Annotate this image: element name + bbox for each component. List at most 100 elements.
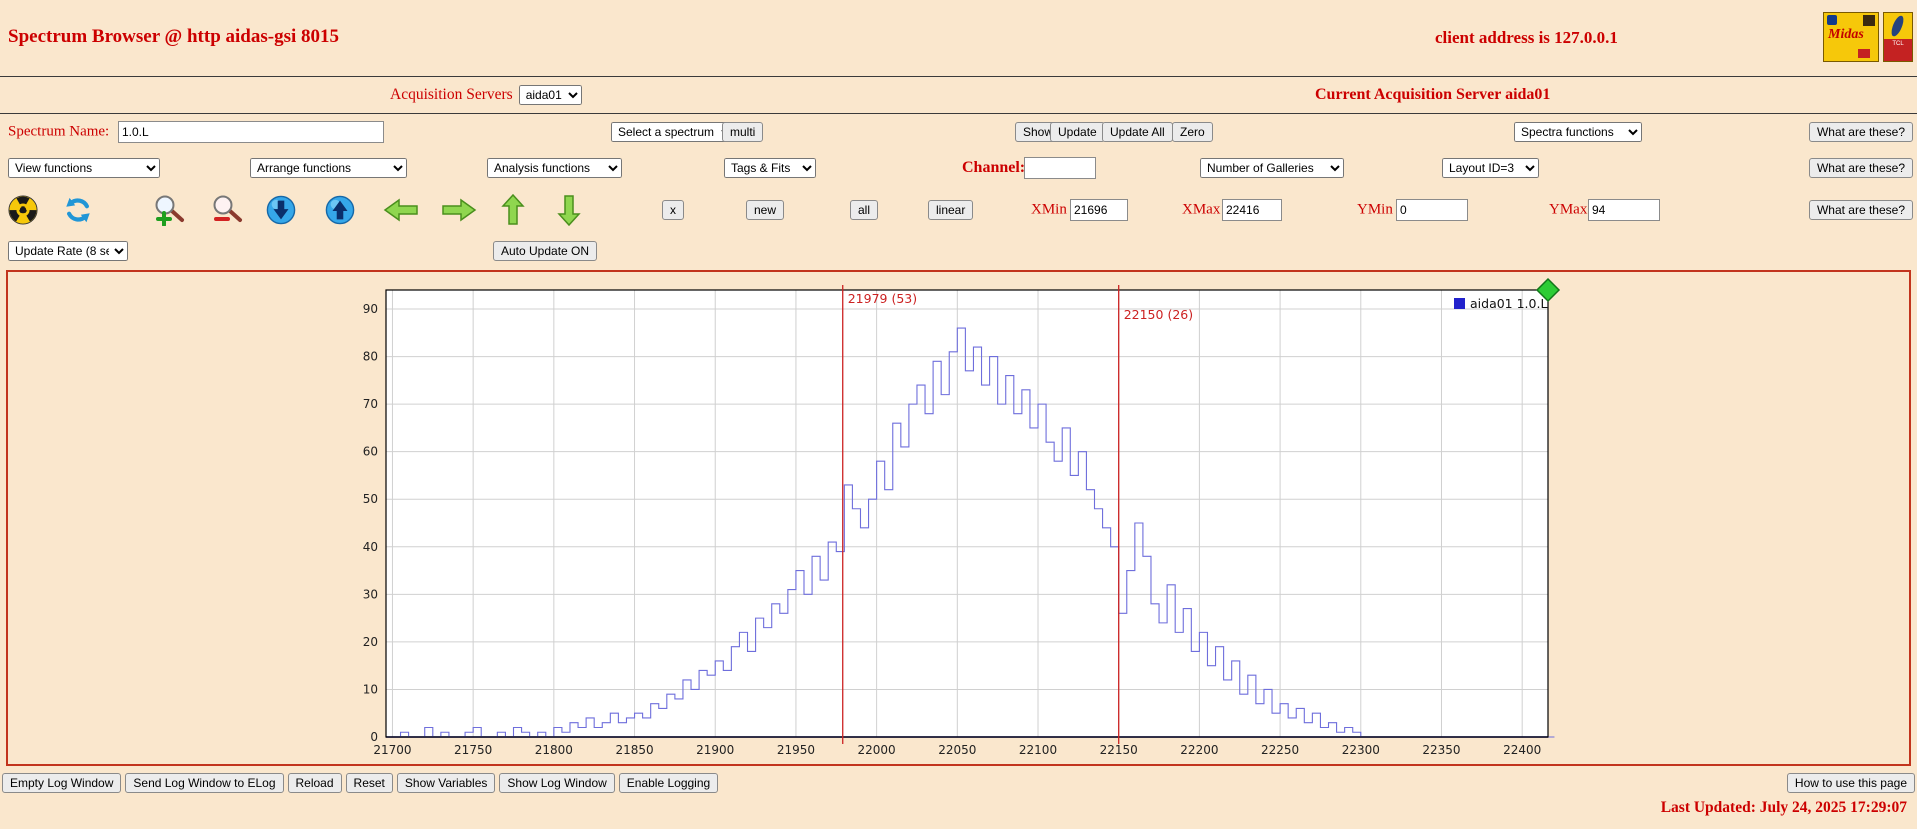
y-tick-label: 20 [363,635,378,649]
acquisition-servers-label: Acquisition Servers [390,86,513,104]
show-variables-button[interactable]: Show Variables [397,773,496,793]
number-of-galleries-dropdown[interactable]: Number of Galleries [1200,158,1344,178]
marker-label: 22150 (26) [1124,307,1193,322]
midas-logo-figure [1858,49,1870,58]
x-tick-label: 22250 [1261,743,1299,757]
all-button[interactable]: all [850,200,878,220]
empty-log-window-button[interactable]: Empty Log Window [2,773,121,793]
auto-update-button[interactable]: Auto Update ON [493,241,597,261]
ymin-label: YMin [1357,202,1393,219]
y-tick-label: 0 [370,730,378,744]
spectrum-name-row: Spectrum Name: Select a spectrum multi S… [0,114,1917,150]
y-tick-label: 60 [363,445,378,459]
how-to-use-this-page-button[interactable]: How to use this page [1787,773,1915,793]
y-tick-label: 50 [363,492,378,506]
new-button[interactable]: new [746,200,784,220]
update-all-button[interactable]: Update All [1102,122,1173,142]
reload-button[interactable]: Reload [288,773,342,793]
x-tick-label: 22400 [1503,743,1541,757]
tcl-logo-feather-icon [1884,13,1912,39]
channel-input[interactable] [1024,157,1096,179]
what-are-these-button-1[interactable]: What are these? [1809,122,1913,142]
y-tick-label: 90 [363,302,378,316]
acquisition-row: Acquisition Servers aida01 Current Acqui… [0,77,1917,113]
marker-label: 21979 (53) [848,291,917,306]
tcl-logo[interactable]: TCL [1883,12,1913,62]
tcl-logo-text: TCL [1884,39,1912,61]
enable-logging-button[interactable]: Enable Logging [619,773,718,793]
x-tick-label: 22100 [1019,743,1057,757]
pan-up-icon[interactable] [500,193,526,227]
x-tick-label: 22050 [938,743,976,757]
x-tick-label: 22200 [1180,743,1218,757]
scale-up-icon[interactable] [325,195,355,225]
linear-button[interactable]: linear [928,200,973,220]
xmax-input[interactable] [1222,199,1282,221]
y-tick-label: 30 [363,587,378,601]
multi-button[interactable]: multi [722,122,763,142]
x-tick-label: 21700 [373,743,411,757]
xmin-label: XMin [1031,202,1067,219]
spectrum-name-input[interactable] [118,121,384,143]
send-log-window-to-elog-button[interactable]: Send Log Window to ELog [125,773,283,793]
midas-logo-text: Midas [1828,27,1864,43]
analysis-functions-dropdown[interactable]: Analysis functions [487,158,622,178]
what-are-these-button-2[interactable]: What are these? [1809,158,1913,178]
select-spectrum-dropdown[interactable]: Select a spectrum [611,122,735,142]
functions-row: View functions Arrange functions Analysi… [0,150,1917,186]
update-button[interactable]: Update [1050,122,1105,142]
spectrum-chart[interactable]: 2170021750218002185021900219502200022050… [8,272,1907,764]
midas-logo-figure [1827,15,1837,25]
x-tick-label: 21800 [535,743,573,757]
view-functions-dropdown[interactable]: View functions [8,158,160,178]
current-server-text: Current Acquisition Server aida01 [1315,86,1550,104]
what-are-these-button-3[interactable]: What are these? [1809,200,1913,220]
pan-down-icon[interactable] [556,193,582,227]
pan-left-icon[interactable] [382,197,420,223]
ymax-input[interactable] [1588,199,1660,221]
scale-down-icon[interactable] [266,195,296,225]
reset-button[interactable]: Reset [346,773,393,793]
legend-swatch [1454,298,1465,309]
zoom-in-icon[interactable] [152,194,186,226]
xmax-label: XMax [1182,202,1220,219]
client-address-text: client address is 127.0.0.1 [1435,28,1618,48]
header: Spectrum Browser @ http aidas-gsi 8015 c… [0,0,1917,76]
acquisition-server-select[interactable]: aida01 [519,85,582,105]
layout-id-dropdown[interactable]: Layout ID=3 [1442,158,1539,178]
spectrum-name-label: Spectrum Name: [8,124,109,141]
y-tick-label: 80 [363,350,378,364]
ymax-label: YMax [1549,202,1587,219]
icons-row: x new all linear XMin XMax YMin YMax Wha… [0,186,1917,234]
footer-buttons-row: Empty Log Window Send Log Window to ELog… [0,768,1917,796]
y-tick-label: 10 [363,682,378,696]
legend-label: aida01 1.0.L [1470,296,1547,311]
midas-logo[interactable]: Midas [1823,12,1879,62]
pan-right-icon[interactable] [440,197,478,223]
y-tick-label: 40 [363,540,378,554]
page-title: Spectrum Browser @ http aidas-gsi 8015 [8,26,339,48]
zero-button[interactable]: Zero [1172,122,1213,142]
x-tick-label: 22350 [1422,743,1460,757]
radiation-icon[interactable] [8,195,38,225]
refresh-icon[interactable] [62,195,94,225]
update-rate-row: Update Rate (8 secs) Auto Update ON [0,234,1917,268]
x-axis-button[interactable]: x [662,200,684,220]
show-log-window-button[interactable]: Show Log Window [499,773,614,793]
x-tick-label: 22150 [1100,743,1138,757]
y-tick-label: 70 [363,397,378,411]
arrange-functions-dropdown[interactable]: Arrange functions [250,158,407,178]
tags-fits-dropdown[interactable]: Tags & Fits [724,158,816,178]
midas-logo-figure [1863,15,1875,26]
channel-label: Channel: [962,159,1025,177]
x-tick-label: 21900 [696,743,734,757]
update-rate-dropdown[interactable]: Update Rate (8 secs) [8,241,128,261]
zoom-out-icon[interactable] [210,194,244,226]
x-tick-label: 22000 [858,743,896,757]
xmin-input[interactable] [1070,199,1128,221]
spectra-functions-dropdown[interactable]: Spectra functions [1514,122,1642,142]
x-tick-label: 21950 [777,743,815,757]
last-updated-text: Last Updated: July 24, 2025 17:29:07 [0,796,1917,825]
chart-panel: 2170021750218002185021900219502200022050… [6,270,1911,766]
ymin-input[interactable] [1396,199,1468,221]
